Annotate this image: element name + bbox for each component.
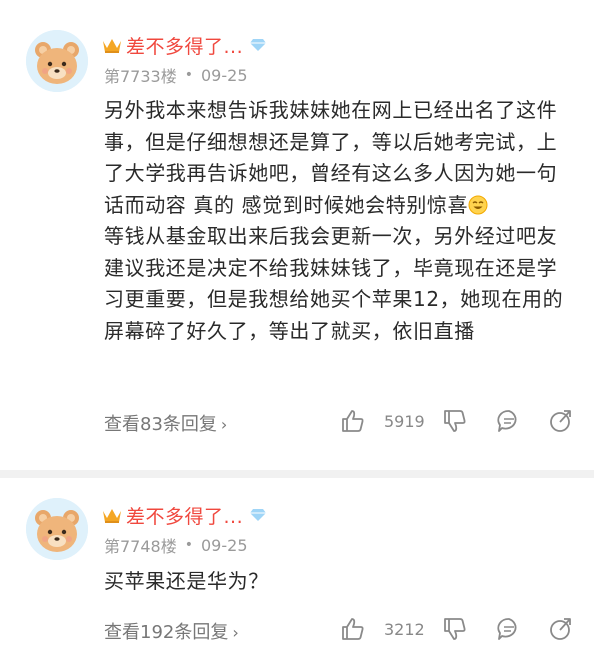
username-row: 差不多得了... bbox=[102, 502, 267, 528]
avatar[interactable] bbox=[26, 30, 88, 92]
thumbs-up-icon[interactable] bbox=[340, 616, 366, 642]
comment-post: 差不多得了... 第7748楼 • 09-25 买苹果还是华为？ 查看192条回… bbox=[0, 478, 594, 654]
view-replies-link[interactable]: 查看83条回复 › bbox=[104, 410, 227, 436]
comment-post: 差不多得了... 第7733楼 • 09-25 另外我本来想告诉我妹妹她在网上已… bbox=[0, 0, 594, 470]
action-bar: 查看83条回复 › 5919 bbox=[0, 408, 594, 438]
post-date: 09-25 bbox=[201, 535, 248, 555]
post-paragraph: 等钱从基金取出来后我会更新一次，另外经过吧友建议我还是决定不给我妹妹钱了，毕竟现… bbox=[104, 224, 564, 343]
floor-number: 第7748楼 bbox=[104, 537, 177, 556]
bear-avatar-icon bbox=[26, 498, 88, 560]
thumbs-down-icon[interactable] bbox=[442, 616, 468, 642]
bear-avatar-icon bbox=[26, 30, 88, 92]
diamond-icon bbox=[250, 509, 267, 521]
username[interactable]: 差不多得了... bbox=[126, 32, 243, 59]
post-meta: 第7748楼 • 09-25 bbox=[104, 533, 248, 557]
thumbs-up-icon[interactable] bbox=[340, 408, 366, 434]
diamond-icon bbox=[250, 39, 267, 51]
username-row: 差不多得了... bbox=[102, 32, 267, 58]
post-meta: 第7733楼 • 09-25 bbox=[104, 63, 248, 87]
action-bar: 查看192条回复 › 3212 bbox=[0, 616, 594, 646]
smile-emoji-icon bbox=[468, 195, 488, 214]
like-count: 3212 bbox=[384, 620, 425, 639]
share-icon[interactable] bbox=[548, 408, 574, 434]
avatar[interactable] bbox=[26, 498, 88, 560]
view-replies-link[interactable]: 查看192条回复 › bbox=[104, 618, 239, 644]
comment-icon[interactable] bbox=[496, 408, 522, 434]
post-paragraph: 另外我本来想告诉我妹妹她在网上已经出名了这件事，但是仔细想想还是算了，等以后她考… bbox=[104, 98, 558, 217]
username[interactable]: 差不多得了... bbox=[126, 502, 243, 529]
crown-icon bbox=[103, 509, 121, 523]
chevron-right-icon: › bbox=[220, 415, 228, 434]
meta-separator: • bbox=[184, 537, 193, 553]
post-date: 09-25 bbox=[201, 65, 248, 85]
post-paragraph: 买苹果还是华为？ bbox=[104, 569, 269, 593]
crown-icon bbox=[103, 39, 121, 53]
chevron-right-icon: › bbox=[232, 623, 239, 642]
thumbs-down-icon[interactable] bbox=[442, 408, 468, 434]
post-content: 买苹果还是华为？ bbox=[104, 566, 574, 598]
meta-separator: • bbox=[184, 67, 193, 83]
floor-number: 第7733楼 bbox=[104, 67, 177, 86]
comment-icon[interactable] bbox=[496, 616, 522, 642]
post-content: 另外我本来想告诉我妹妹她在网上已经出名了这件事，但是仔细想想还是算了，等以后她考… bbox=[104, 95, 574, 347]
like-count: 5919 bbox=[384, 412, 425, 431]
share-icon[interactable] bbox=[548, 616, 574, 642]
post-divider bbox=[0, 470, 594, 478]
